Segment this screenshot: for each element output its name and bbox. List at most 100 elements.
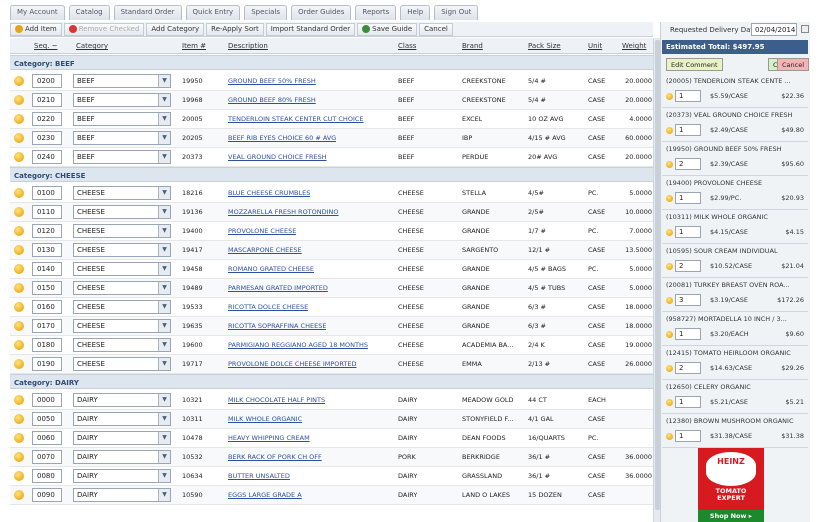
item-description-link[interactable]: ROMANO GRATED CHEESE: [228, 265, 314, 273]
category-select[interactable]: CHEESE ▼: [73, 243, 171, 257]
heinz-ad[interactable]: HEINZ TOMATO EXPERT Shop Now ▸: [698, 448, 764, 522]
add-icon[interactable]: [666, 93, 673, 100]
chevron-down-icon[interactable]: ▼: [158, 132, 170, 144]
seq-input[interactable]: 0070: [32, 450, 62, 464]
item-description-link[interactable]: BUTTER UNSALTED: [228, 472, 290, 480]
item-description-link[interactable]: MOZZARELLA FRESH ROTONDINO: [228, 208, 339, 216]
add-to-order-icon[interactable]: [14, 471, 24, 481]
chevron-down-icon[interactable]: ▼: [158, 470, 170, 482]
chevron-down-icon[interactable]: ▼: [158, 394, 170, 406]
add-to-order-icon[interactable]: [14, 490, 24, 500]
delivery-date-input[interactable]: 02/04/2014: [751, 23, 797, 36]
add-icon[interactable]: [666, 331, 673, 338]
chevron-down-icon[interactable]: ▼: [158, 113, 170, 125]
add-to-order-icon[interactable]: [14, 321, 24, 331]
add-to-order-icon[interactable]: [14, 340, 24, 350]
nav-tab-reports[interactable]: Reports: [355, 5, 397, 20]
chevron-down-icon[interactable]: ▼: [158, 151, 170, 163]
seq-input[interactable]: 0140: [32, 262, 62, 276]
item-description-link[interactable]: PROVOLONE DOLCE CHEESE IMPORTED: [228, 360, 357, 368]
add-to-order-icon[interactable]: [14, 188, 24, 198]
header-weight[interactable]: Weight: [622, 42, 646, 50]
add-category-button[interactable]: Add Category: [146, 22, 205, 36]
add-to-order-icon[interactable]: [14, 395, 24, 405]
nav-tab-help[interactable]: Help: [400, 5, 431, 20]
seq-input[interactable]: 0200: [32, 74, 62, 88]
quantity-input[interactable]: 1: [675, 124, 701, 136]
header-pack-size[interactable]: Pack Size: [528, 42, 561, 50]
chevron-down-icon[interactable]: ▼: [158, 413, 170, 425]
chevron-down-icon[interactable]: ▼: [158, 94, 170, 106]
chevron-down-icon[interactable]: ▼: [158, 301, 170, 313]
category-select[interactable]: DAIRY ▼: [73, 431, 171, 445]
seq-input[interactable]: 0230: [32, 131, 62, 145]
edit-comment-button[interactable]: Edit Comment: [666, 58, 723, 71]
item-description-link[interactable]: GROUND BEEF 50% FRESH: [228, 77, 316, 85]
chevron-down-icon[interactable]: ▼: [158, 432, 170, 444]
chevron-down-icon[interactable]: ▼: [158, 225, 170, 237]
add-icon[interactable]: [666, 229, 673, 236]
quantity-input[interactable]: 1: [675, 430, 701, 442]
chevron-down-icon[interactable]: ▼: [158, 244, 170, 256]
quantity-input[interactable]: 2: [675, 362, 701, 374]
category-select[interactable]: DAIRY ▼: [73, 469, 171, 483]
category-select[interactable]: CHEESE ▼: [73, 262, 171, 276]
calendar-icon[interactable]: [801, 25, 809, 33]
item-description-link[interactable]: TENDERLOIN STEAK CENTER CUT CHOICE: [228, 115, 364, 123]
category-select[interactable]: BEEF ▼: [73, 150, 171, 164]
seq-input[interactable]: 0080: [32, 469, 62, 483]
category-select[interactable]: DAIRY ▼: [73, 393, 171, 407]
seq-input[interactable]: 0120: [32, 224, 62, 238]
category-select[interactable]: BEEF ▼: [73, 112, 171, 126]
add-to-order-icon[interactable]: [14, 264, 24, 274]
seq-input[interactable]: 0210: [32, 93, 62, 107]
seq-input[interactable]: 0060: [32, 431, 62, 445]
seq-input[interactable]: 0240: [32, 150, 62, 164]
seq-input[interactable]: 0180: [32, 338, 62, 352]
chevron-down-icon[interactable]: ▼: [158, 187, 170, 199]
nav-tab-order-guides[interactable]: Order Guides: [291, 5, 352, 20]
reapply-sort-button[interactable]: Re-Apply Sort: [206, 22, 264, 36]
add-to-order-icon[interactable]: [14, 114, 24, 124]
category-select[interactable]: DAIRY ▼: [73, 412, 171, 426]
add-to-order-icon[interactable]: [14, 452, 24, 462]
seq-input[interactable]: 0000: [32, 393, 62, 407]
nav-tab-sign-out[interactable]: Sign Out: [434, 5, 479, 20]
item-description-link[interactable]: VEAL GROUND CHOICE FRESH: [228, 153, 327, 161]
category-select[interactable]: CHEESE ▼: [73, 186, 171, 200]
item-description-link[interactable]: RICOTTA DOLCE CHEESE: [228, 303, 308, 311]
nav-tab-catalog[interactable]: Catalog: [68, 5, 110, 20]
header-item[interactable]: Item #: [182, 42, 206, 50]
seq-input[interactable]: 0190: [32, 357, 62, 371]
header-class[interactable]: Class: [398, 42, 416, 50]
category-select[interactable]: CHEESE ▼: [73, 357, 171, 371]
chevron-down-icon[interactable]: ▼: [158, 339, 170, 351]
cancel-button[interactable]: Cancel: [419, 22, 453, 36]
add-to-order-icon[interactable]: [14, 76, 24, 86]
item-description-link[interactable]: HEAVY WHIPPING CREAM: [228, 434, 310, 442]
header-seq[interactable]: Seq. ~: [34, 42, 58, 50]
add-to-order-icon[interactable]: [14, 226, 24, 236]
category-select[interactable]: CHEESE ▼: [73, 300, 171, 314]
quantity-input[interactable]: 1: [675, 192, 701, 204]
nav-tab-my-account[interactable]: My Account: [10, 5, 65, 20]
grid-scrollbar[interactable]: [653, 38, 660, 522]
cancel-order-button[interactable]: Cancel: [777, 58, 810, 71]
add-icon[interactable]: [666, 195, 673, 202]
add-to-order-icon[interactable]: [14, 302, 24, 312]
category-select[interactable]: BEEF ▼: [73, 93, 171, 107]
quantity-input[interactable]: 1: [675, 328, 701, 340]
category-select[interactable]: CHEESE ▼: [73, 319, 171, 333]
category-select[interactable]: CHEESE ▼: [73, 224, 171, 238]
seq-input[interactable]: 0170: [32, 319, 62, 333]
category-select[interactable]: CHEESE ▼: [73, 205, 171, 219]
item-description-link[interactable]: GROUND BEEF 80% FRESH: [228, 96, 316, 104]
item-description-link[interactable]: BLUE CHEESE CRUMBLES: [228, 189, 310, 197]
add-to-order-icon[interactable]: [14, 207, 24, 217]
chevron-down-icon[interactable]: ▼: [158, 489, 170, 501]
category-select[interactable]: BEEF ▼: [73, 131, 171, 145]
quantity-input[interactable]: 3: [675, 294, 701, 306]
seq-input[interactable]: 0100: [32, 186, 62, 200]
chevron-down-icon[interactable]: ▼: [158, 206, 170, 218]
header-unit[interactable]: Unit: [588, 42, 602, 50]
